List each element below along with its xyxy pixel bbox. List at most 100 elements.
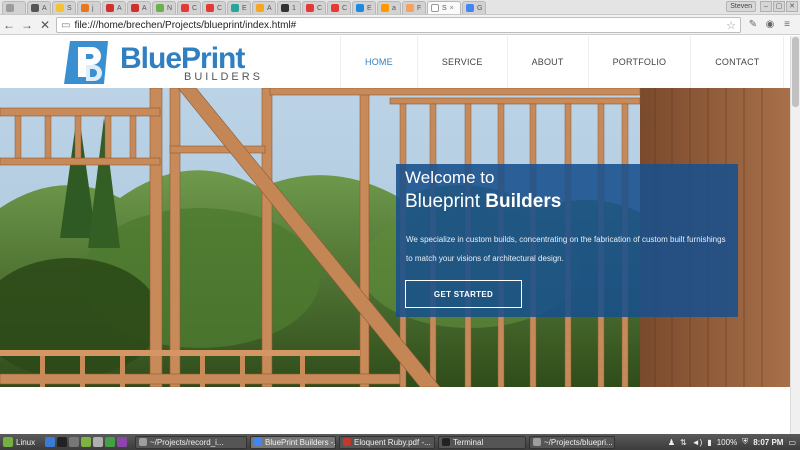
logo-subtitle: BUILDERS xyxy=(184,71,264,83)
quick-launch-app-icon[interactable] xyxy=(117,437,127,447)
close-tab-icon[interactable]: × xyxy=(450,5,454,12)
browser-tab[interactable]: A xyxy=(127,1,151,14)
window-app-icon xyxy=(139,438,147,446)
url-input[interactable] xyxy=(74,19,727,31)
browser-tab[interactable]: C xyxy=(302,1,326,14)
quick-launch-app-icon[interactable] xyxy=(69,437,79,447)
system-tray: ♟ ⇅ ◄) ▮ 100% ⛨ 8:07 PM ▭ xyxy=(668,435,796,449)
stop-loading-icon[interactable]: ✕ xyxy=(36,16,54,34)
user-icon[interactable]: ♟ xyxy=(668,438,675,447)
quick-launch-app-icon[interactable] xyxy=(93,437,103,447)
browser-tab[interactable]: A xyxy=(27,1,51,14)
nav-item-contact[interactable]: CONTACT xyxy=(690,36,785,88)
window-app-icon xyxy=(343,438,351,446)
back-arrow-icon[interactable]: ← xyxy=(0,16,18,34)
tab-favicon-icon xyxy=(406,4,414,12)
tab-favicon-icon xyxy=(356,4,364,12)
page-scrollbar[interactable] xyxy=(790,36,800,434)
welcome-heading: Welcome to xyxy=(405,168,495,187)
maximize-window-button[interactable]: ▢ xyxy=(773,1,785,12)
site-logo[interactable]: BluePrint BUILDERS xyxy=(64,39,264,87)
tab-title: A xyxy=(42,4,47,12)
bookmark-star-icon[interactable]: ☆ xyxy=(726,19,736,32)
tab-title: C xyxy=(192,4,198,12)
menu-icon[interactable]: ≡ xyxy=(780,18,794,32)
browser-tab[interactable]: A xyxy=(252,1,276,14)
tab-title: F xyxy=(417,4,422,12)
tab-favicon-icon xyxy=(6,4,14,12)
minimize-window-button[interactable]: – xyxy=(760,1,772,12)
show-desktop-icon[interactable]: ▭ xyxy=(788,438,796,447)
tab-favicon-icon xyxy=(156,4,164,12)
browser-tab[interactable]: C xyxy=(177,1,201,14)
tab-favicon-icon xyxy=(106,4,114,12)
company-heading: Blueprint Builders xyxy=(405,191,561,213)
nav-item-about[interactable]: ABOUT xyxy=(506,36,588,88)
browser-tab[interactable] xyxy=(2,1,26,14)
browser-tab[interactable]: F xyxy=(402,1,426,14)
tab-favicon-icon xyxy=(81,4,89,12)
network-icon[interactable]: ⇅ xyxy=(680,438,687,447)
start-menu-label: Linux xyxy=(16,437,36,447)
browser-tab[interactable]: E xyxy=(227,1,251,14)
browser-tab[interactable]: G xyxy=(462,1,486,14)
forward-arrow-icon[interactable]: → xyxy=(18,16,36,34)
browser-tab[interactable]: C xyxy=(202,1,226,14)
clock[interactable]: 8:07 PM xyxy=(753,438,783,447)
volume-icon[interactable]: ◄) xyxy=(692,438,703,447)
browser-tab[interactable]: 1 xyxy=(277,1,301,14)
tab-title: S xyxy=(67,4,72,12)
tab-favicon-icon xyxy=(281,4,289,12)
tab-favicon-icon xyxy=(331,4,339,12)
close-window-button[interactable]: ✕ xyxy=(786,1,798,12)
browser-tab-active[interactable]: S × xyxy=(427,1,461,14)
profile-user-badge[interactable]: Steven xyxy=(726,1,756,12)
tab-favicon-icon xyxy=(181,4,189,12)
battery-level: 100% xyxy=(716,437,738,447)
shield-icon[interactable]: ⛨ xyxy=(742,437,748,447)
tab-favicon-icon xyxy=(381,4,389,12)
taskbar-window-button[interactable]: ~/Projects/bluepri... xyxy=(529,435,615,449)
tab-favicon-icon xyxy=(431,4,439,12)
taskbar-window-button[interactable]: BluePrint Builders -... xyxy=(250,435,336,449)
browser-tab[interactable]: a xyxy=(377,1,401,14)
taskbar-window-button[interactable]: Terminal xyxy=(438,435,526,449)
main-nav: HOME SERVICE ABOUT PORTFOLIO CONTACT xyxy=(340,36,785,88)
battery-icon[interactable]: ▮ xyxy=(707,438,711,447)
quick-launch-app-icon[interactable] xyxy=(81,437,91,447)
browser-tab[interactable]: E xyxy=(352,1,376,14)
welcome-panel: Welcome to Blueprint Builders We special… xyxy=(396,164,738,317)
quick-launch-app-icon[interactable] xyxy=(105,437,115,447)
window-controls: – ▢ ✕ xyxy=(760,1,798,12)
extension-icon[interactable]: ✎ xyxy=(746,18,760,32)
nav-item-service[interactable]: SERVICE xyxy=(416,36,507,88)
tab-title: 1 xyxy=(292,4,296,12)
hero-banner: Welcome to Blueprint Builders We special… xyxy=(0,88,790,387)
get-started-button[interactable]: GET STARTED xyxy=(405,280,522,308)
tab-title: C xyxy=(317,4,323,12)
nav-item-home[interactable]: HOME xyxy=(340,36,417,88)
tab-favicon-icon xyxy=(206,4,214,12)
browser-tab[interactable]: A xyxy=(102,1,126,14)
page-viewport: BluePrint BUILDERS HOME SERVICE ABOUT PORTF… xyxy=(0,36,790,434)
welcome-description: We specialize in custom builds, concentr… xyxy=(406,235,726,263)
browser-tab[interactable]: N xyxy=(152,1,176,14)
os-taskbar: Linux ~/Projects/record_i... BluePrint Bu… xyxy=(0,434,800,450)
nav-item-portfolio[interactable]: PORTFOLIO xyxy=(587,36,691,88)
browser-tab[interactable]: S xyxy=(52,1,76,14)
extension-download-icon[interactable]: ◉ xyxy=(763,18,777,32)
taskbar-window-button[interactable]: Eloquent Ruby.pdf -... xyxy=(339,435,435,449)
company-name-bold: Builders xyxy=(485,191,562,212)
address-bar[interactable]: ▭ ☆ xyxy=(56,17,741,33)
browser-tab-strip: A Sj A A N C C E A 1 C C Ea F S × G xyxy=(0,0,800,15)
quick-launch-app-icon[interactable] xyxy=(45,437,55,447)
quick-launch xyxy=(45,437,127,447)
window-app-icon xyxy=(442,438,450,446)
browser-tab[interactable]: C xyxy=(327,1,351,14)
scrollbar-thumb[interactable] xyxy=(792,37,799,107)
quick-launch-app-icon[interactable] xyxy=(57,437,67,447)
linux-menu-icon xyxy=(3,437,13,447)
taskbar-window-button[interactable]: ~/Projects/record_i... xyxy=(135,435,247,449)
browser-tab[interactable]: j xyxy=(77,1,101,14)
start-menu-button[interactable]: Linux xyxy=(0,437,45,447)
